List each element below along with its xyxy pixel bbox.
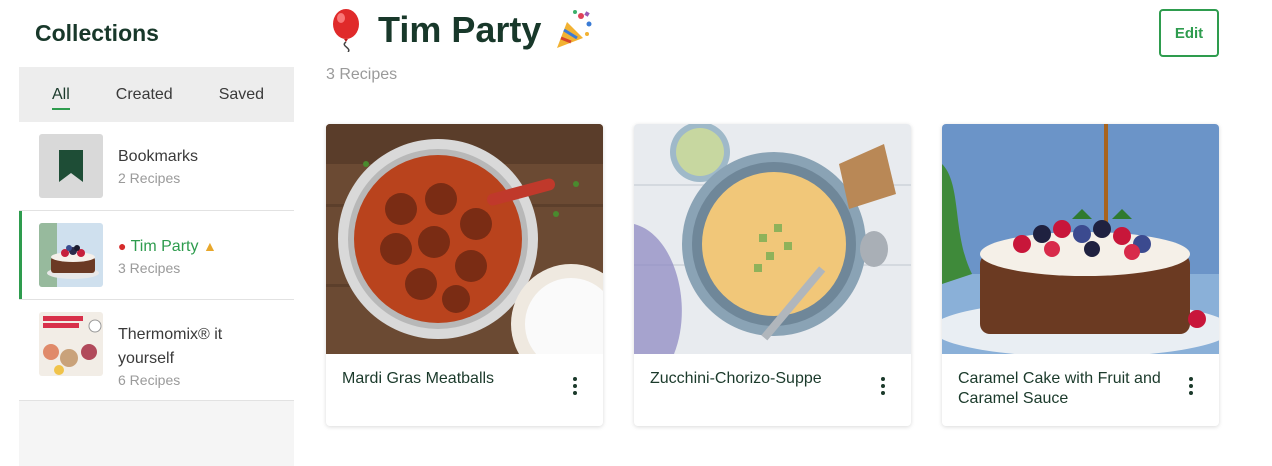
collection-detail: Tim Party 3 Recipes Edit Mardi Gras Meat… — [326, 0, 1219, 426]
more-options-icon[interactable] — [1179, 374, 1203, 398]
bookmark-icon — [59, 150, 83, 182]
tim-party-thumbnail — [39, 223, 103, 287]
tab-created[interactable]: Created — [116, 86, 173, 104]
more-options-icon[interactable] — [563, 374, 587, 398]
balloon-icon: ● — [118, 238, 127, 254]
collection-count: 3 Recipes — [118, 260, 181, 276]
edit-button[interactable]: Edit — [1159, 9, 1219, 57]
sidebar-title: Collections — [19, 0, 294, 67]
tab-all[interactable]: All — [52, 86, 70, 110]
collection-name: ● Tim Party ▲ — [118, 238, 217, 255]
balloon-icon — [333, 9, 359, 52]
recipe-card[interactable]: Caramel Cake with Fruit and Caramel Sauc… — [942, 124, 1219, 426]
collection-count: 6 Recipes — [118, 372, 181, 388]
collection-item-thermomix[interactable]: Thermomix® it yourself 6 Recipes — [19, 300, 294, 401]
more-options-icon[interactable] — [871, 374, 895, 398]
collection-name: Thermomix® it yourself — [118, 326, 223, 367]
bookmarks-thumbnail — [39, 134, 103, 198]
collection-item-tim-party[interactable]: ● Tim Party ▲ 3 Recipes — [19, 211, 294, 300]
recipe-grid: Mardi Gras Meatballs Zucchini-Chorizo-Su… — [326, 124, 1219, 426]
page-title: Tim Party — [326, 8, 593, 52]
collection-count: 2 Recipes — [118, 170, 181, 186]
recipe-image — [634, 124, 911, 354]
recipe-card[interactable]: Zucchini-Chorizo-Suppe — [634, 124, 911, 426]
party-popper-icon: ▲ — [202, 238, 217, 254]
recipe-title: Caramel Cake with Fruit and Caramel Sauc… — [958, 370, 1161, 407]
recipe-image — [942, 124, 1219, 354]
tab-saved[interactable]: Saved — [219, 86, 264, 104]
recipe-card[interactable]: Mardi Gras Meatballs — [326, 124, 603, 426]
party-popper-icon — [557, 10, 592, 48]
recipe-count: 3 Recipes — [326, 66, 398, 83]
collection-item-bookmarks[interactable]: Bookmarks 2 Recipes — [19, 122, 294, 211]
collections-sidebar: Collections All Created Saved Bookmarks … — [19, 0, 294, 466]
collection-list: Bookmarks 2 Recipes ● Tim Party ▲ 3 Reci… — [19, 122, 294, 401]
recipe-title: Zucchini-Chorizo-Suppe — [650, 370, 822, 387]
recipe-image — [326, 124, 603, 354]
thermomix-thumbnail — [39, 312, 103, 376]
collection-name: Bookmarks — [118, 148, 199, 165]
collection-tabs: All Created Saved — [19, 67, 294, 122]
recipe-title: Mardi Gras Meatballs — [342, 370, 495, 387]
